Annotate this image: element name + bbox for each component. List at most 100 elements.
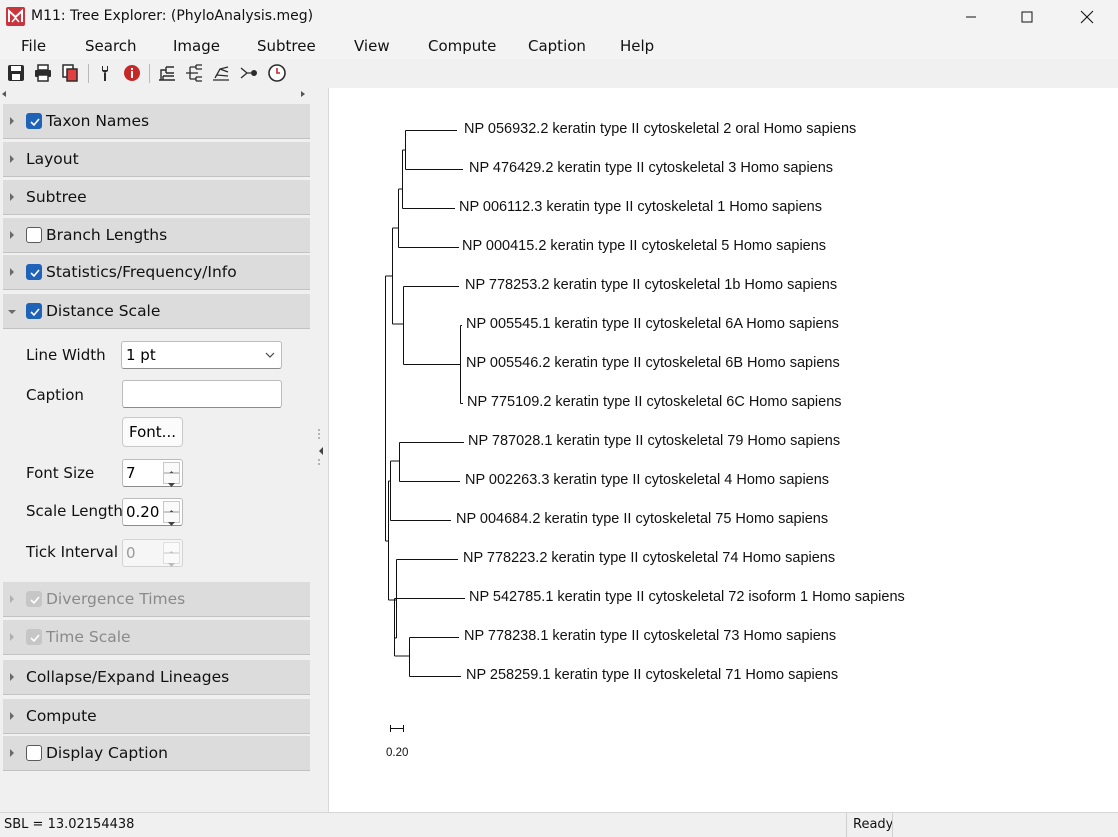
statistics-checkbox[interactable]	[26, 264, 42, 280]
line-width-select[interactable]: 1 pt	[121, 341, 282, 369]
section-time-scale[interactable]: Time Scale	[3, 620, 310, 655]
spin-up-button[interactable]	[163, 462, 180, 475]
taxon-label[interactable]: NP 004684.2 keratin type II cytoskeletal…	[456, 511, 828, 527]
menu-subtree[interactable]: Subtree	[257, 37, 316, 55]
taxon-label[interactable]: NP 778223.2 keratin type II cytoskeletal…	[463, 550, 835, 566]
scale-length-spinner[interactable]: 0.20	[122, 498, 183, 526]
spin-up-button[interactable]	[163, 501, 180, 514]
taxon-label[interactable]: NP 778238.1 keratin type II cytoskeletal…	[464, 628, 836, 644]
caret-down-icon	[168, 563, 175, 567]
expand-arrow-icon	[10, 749, 14, 757]
tree-branch	[385, 228, 393, 324]
options-panel: Taxon Names Layout Subtree Branch Length…	[0, 88, 313, 812]
expand-arrow-icon	[10, 673, 14, 681]
spinner-buttons	[163, 462, 180, 487]
taxon-label[interactable]: NP 775109.2 keratin type II cytoskeletal…	[467, 394, 842, 410]
splitter-grip-icon[interactable]	[317, 428, 324, 468]
spin-down-button[interactable]	[163, 473, 180, 487]
maximize-button[interactable]	[1004, 0, 1050, 33]
line-width-value: 1 pt	[126, 346, 156, 364]
section-label: Branch Lengths	[46, 226, 168, 244]
mega-app-icon	[6, 7, 25, 26]
expand-arrow-icon	[10, 193, 14, 201]
section-display-caption[interactable]: Display Caption	[3, 736, 310, 771]
tree-branch	[392, 286, 461, 365]
tree-style-button-2[interactable]	[183, 62, 205, 84]
menu-view[interactable]: View	[354, 37, 390, 55]
save-button[interactable]	[5, 62, 27, 84]
caption-input[interactable]	[122, 380, 282, 408]
taxon-label[interactable]: NP 002263.3 keratin type II cytoskeletal…	[465, 472, 829, 488]
section-branch-lengths[interactable]: Branch Lengths	[3, 218, 310, 253]
menu-caption[interactable]: Caption	[528, 37, 586, 55]
taxon-label[interactable]: NP 258259.1 keratin type II cytoskeletal…	[466, 667, 838, 683]
taxon-label[interactable]: NP 005546.2 keratin type II cytoskeletal…	[466, 355, 840, 371]
menu-search[interactable]: Search	[85, 37, 137, 55]
horizontal-scrollbar[interactable]	[0, 88, 311, 101]
tree-style-button-1[interactable]	[156, 62, 178, 84]
taxon-label[interactable]: NP 005545.1 keratin type II cytoskeletal…	[466, 316, 839, 332]
tree-icon	[213, 66, 229, 81]
spin-down-button[interactable]	[163, 512, 180, 526]
expand-arrow-icon	[10, 712, 14, 720]
tree-style-button-3[interactable]	[210, 62, 232, 84]
section-subtree[interactable]: Subtree	[3, 180, 310, 215]
spinner-buttons	[163, 542, 180, 567]
section-label: Statistics/Frequency/Info	[46, 263, 237, 281]
branch-lengths-checkbox[interactable]	[26, 227, 42, 243]
menu-image[interactable]: Image	[173, 37, 220, 55]
panel-splitter[interactable]	[313, 88, 328, 812]
section-divergence-times[interactable]: Divergence Times	[3, 582, 310, 617]
section-distance-scale[interactable]: Distance Scale	[3, 294, 310, 329]
menu-file[interactable]: File	[21, 37, 46, 55]
menu-bar: File Search Image Subtree View Compute C…	[0, 33, 1118, 59]
font-size-spinner[interactable]: 7	[122, 459, 183, 487]
font-button[interactable]: Font...	[122, 417, 183, 447]
section-label: Layout	[26, 150, 79, 168]
title-bar: M11: Tree Explorer: (PhyloAnalysis.meg)	[0, 0, 1118, 33]
tick-interval-value: 0	[126, 544, 136, 562]
taxon-label[interactable]: NP 006112.3 keratin type II cytoskeletal…	[459, 199, 822, 215]
taxon-label[interactable]: NP 542785.1 keratin type II cytoskeletal…	[469, 589, 905, 605]
expand-arrow-icon	[10, 268, 14, 276]
status-bar: SBL = 13.02154438 Ready	[0, 812, 1118, 837]
taxon-label[interactable]: NP 476429.2 keratin type II cytoskeletal…	[469, 160, 833, 176]
taxon-names-checkbox[interactable]	[26, 113, 42, 129]
node-button[interactable]	[238, 62, 260, 84]
taxon-label[interactable]: NP 056932.2 keratin type II cytoskeletal…	[464, 121, 856, 137]
section-layout[interactable]: Layout	[3, 142, 310, 177]
section-taxon-names[interactable]: Taxon Names	[3, 104, 310, 139]
info-button[interactable]	[121, 62, 143, 84]
distance-scale-checkbox[interactable]	[26, 303, 42, 319]
phylogenetic-tree[interactable]	[329, 88, 1118, 812]
tree-branch	[398, 150, 455, 209]
clock-icon	[268, 64, 286, 82]
timetree-button[interactable]	[266, 62, 288, 84]
close-button[interactable]	[1064, 0, 1110, 33]
display-caption-checkbox[interactable]	[26, 745, 42, 761]
section-label: Time Scale	[46, 628, 131, 646]
taxon-label[interactable]: NP 787028.1 keratin type II cytoskeletal…	[468, 433, 840, 449]
copy-button[interactable]	[59, 62, 81, 84]
section-statistics[interactable]: Statistics/Frequency/Info	[3, 255, 310, 290]
section-compute[interactable]: Compute	[3, 699, 310, 734]
scroll-left-icon[interactable]	[2, 91, 6, 97]
tree-canvas[interactable]: NP 056932.2 keratin type II cytoskeletal…	[328, 88, 1118, 812]
scale-bar	[390, 725, 404, 732]
expand-arrow-icon	[10, 155, 14, 163]
menu-compute[interactable]: Compute	[428, 37, 496, 55]
scale-length-value: 0.20	[126, 503, 160, 521]
print-button[interactable]	[32, 62, 54, 84]
spin-up-button	[163, 542, 180, 555]
scale-bar-label: 0.20	[386, 747, 409, 759]
menu-help[interactable]: Help	[620, 37, 654, 55]
options-button[interactable]	[94, 62, 116, 84]
tree-branch	[388, 461, 451, 521]
section-collapse-expand-lineages[interactable]: Collapse/Expand Lineages	[3, 660, 310, 695]
font-size-value: 7	[126, 464, 136, 482]
scroll-right-icon[interactable]	[301, 91, 305, 97]
minimize-button[interactable]	[948, 0, 994, 33]
tick-interval-spinner: 0	[122, 539, 183, 567]
taxon-label[interactable]: NP 000415.2 keratin type II cytoskeletal…	[462, 238, 826, 254]
taxon-label[interactable]: NP 778253.2 keratin type II cytoskeletal…	[465, 277, 837, 293]
